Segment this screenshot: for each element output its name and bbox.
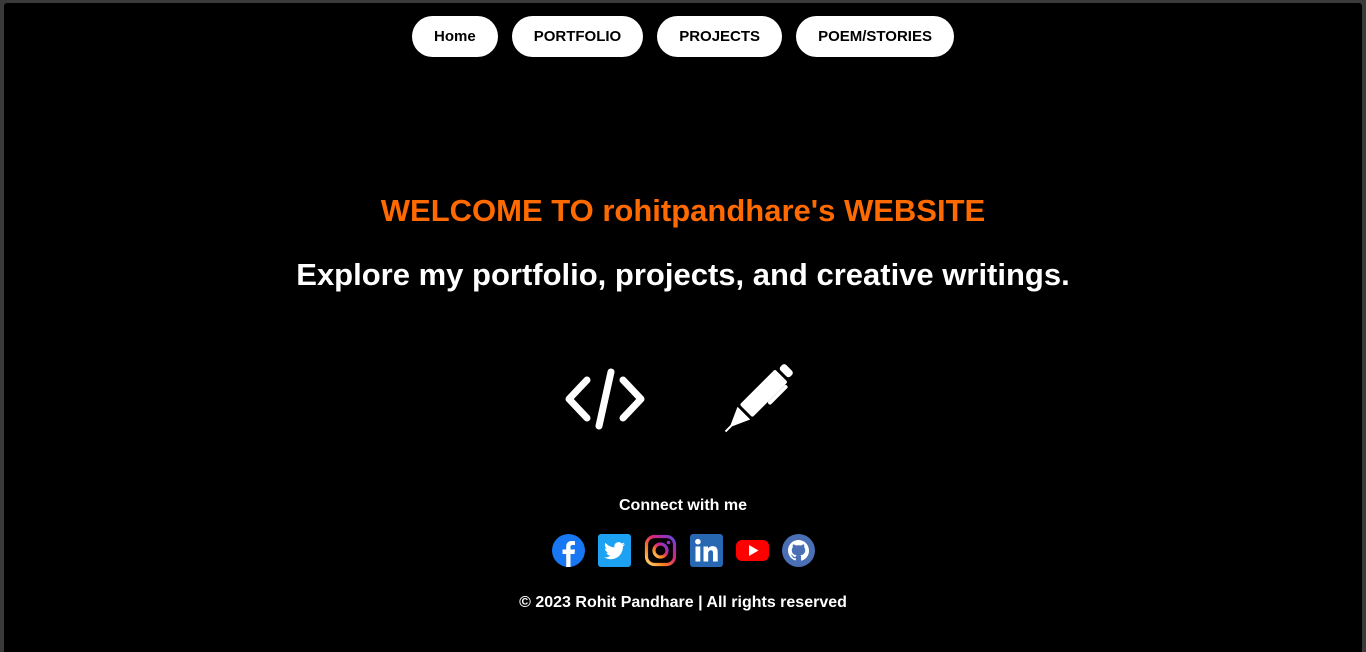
- feature-icons: [4, 353, 1362, 445]
- pen-icon[interactable]: [713, 353, 803, 445]
- tagline-heading: Explore my portfolio, projects, and crea…: [296, 257, 1070, 292]
- code-icon[interactable]: [563, 368, 647, 430]
- nav-projects-button[interactable]: PROJECTS: [657, 16, 783, 57]
- facebook-icon[interactable]: [551, 534, 585, 567]
- youtube-icon[interactable]: [735, 534, 769, 567]
- github-icon[interactable]: [781, 534, 815, 567]
- twitter-icon[interactable]: [597, 534, 631, 567]
- nav-poem-stories-button[interactable]: POEM/STORIES: [796, 16, 954, 57]
- nav-home-button[interactable]: Home: [412, 16, 498, 57]
- page-frame: Home PORTFOLIO PROJECTS POEM/STORIES WEL…: [4, 3, 1362, 652]
- welcome-heading: WELCOME TO rohitpandhare's WEBSITE: [380, 193, 986, 228]
- footer-copyright: © 2023 Rohit Pandhare | All rights reser…: [519, 594, 847, 611]
- top-nav: Home PORTFOLIO PROJECTS POEM/STORIES: [4, 16, 1362, 57]
- linkedin-icon[interactable]: [689, 534, 723, 567]
- nav-portfolio-button[interactable]: PORTFOLIO: [511, 16, 644, 57]
- instagram-icon[interactable]: [644, 534, 677, 567]
- social-links: [4, 534, 1362, 567]
- connect-heading: Connect with me: [618, 497, 747, 514]
